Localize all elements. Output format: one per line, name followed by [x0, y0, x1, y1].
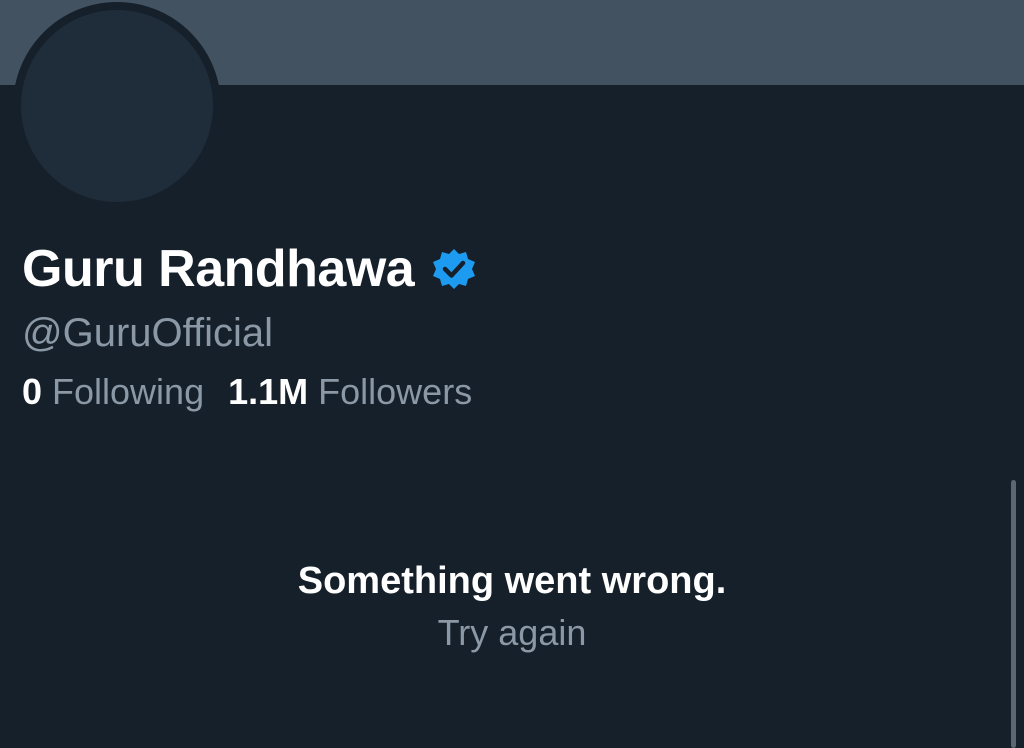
profile-page: Guru Randhawa @GuruOfficial 0 Following …	[0, 0, 1024, 748]
following-link[interactable]: 0 Following	[22, 368, 204, 416]
followers-label: Followers	[318, 371, 473, 412]
profile-handle: @GuruOfficial	[22, 311, 274, 355]
avatar[interactable]	[13, 2, 221, 210]
scrollbar[interactable]	[1011, 480, 1016, 748]
profile-name-row: Guru Randhawa	[22, 238, 478, 300]
try-again-button[interactable]: Try again	[0, 610, 1024, 656]
following-label: Following	[52, 371, 205, 412]
profile-stats: 0 Following 1.1M Followers	[22, 368, 496, 416]
followers-link[interactable]: 1.1M Followers	[228, 368, 472, 416]
followers-count: 1.1M	[228, 371, 309, 412]
following-count: 0	[22, 371, 43, 412]
display-name: Guru Randhawa	[22, 240, 415, 298]
verified-badge-icon[interactable]	[430, 245, 478, 293]
error-message: Something went wrong.	[297, 560, 727, 602]
avatar-placeholder	[21, 10, 213, 202]
